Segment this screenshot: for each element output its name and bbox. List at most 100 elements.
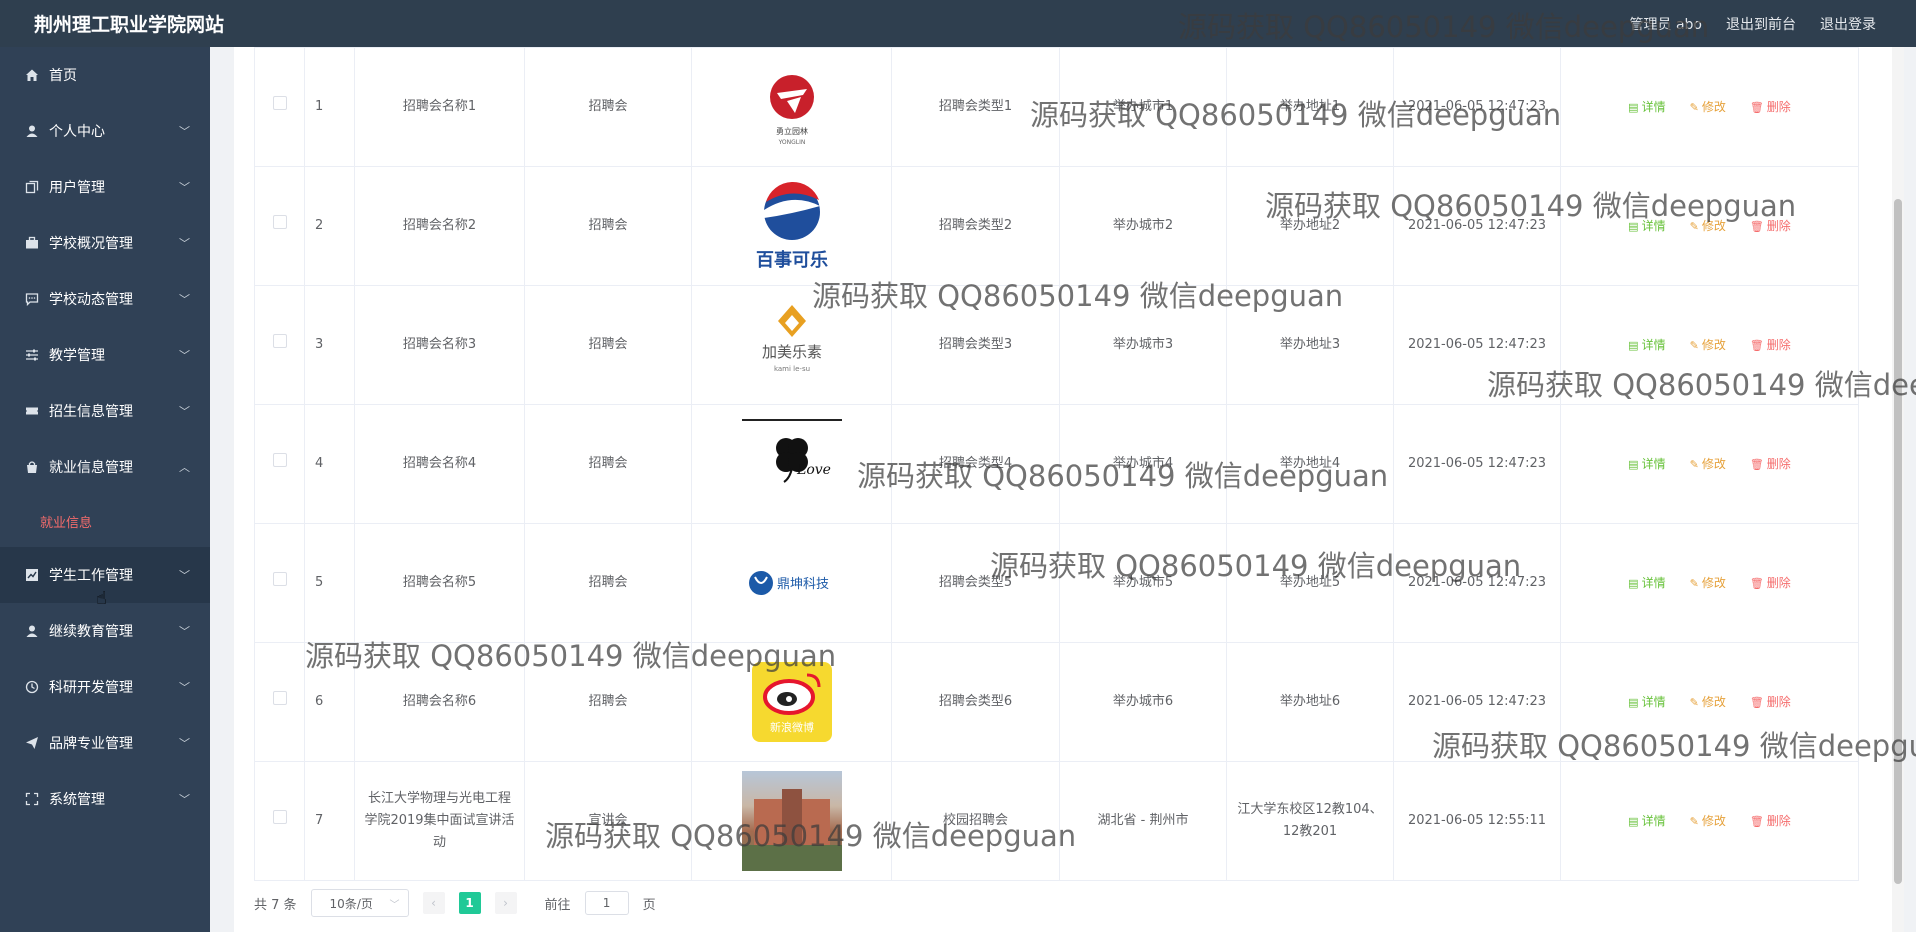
fair-name: 招聘会名称5 <box>354 523 525 643</box>
site-title: 荆州理工职业学院网站 <box>34 14 225 36</box>
trash-icon: 🗑 <box>1749 338 1764 352</box>
chevron-down-icon: ﹀ <box>179 681 190 694</box>
sidebar-item-user-management[interactable]: 用户管理 ﹀ <box>0 159 210 215</box>
chevron-down-icon: ﹀ <box>179 181 190 194</box>
fair-type: 招聘会类型3 <box>891 285 1060 405</box>
send-icon <box>24 735 40 751</box>
trash-icon: 🗑 <box>1749 100 1764 114</box>
edit-button[interactable]: ✎ 修改 <box>1690 811 1726 832</box>
table-row[interactable]: 1 招聘会名称1 招聘会 勇立园林 YONGLIN 招聘会类型1 举办城市1 举办… <box>254 47 1859 167</box>
weibo-logo-text: 新浪微博 <box>770 720 814 734</box>
detail-button[interactable]: ▤ 详情 <box>1628 335 1665 356</box>
top-header: 荆州理工职业学院网站 管理员 abo 退出到前台 退出登录 <box>0 0 1916 47</box>
fair-type: 校园招聘会 <box>891 761 1060 881</box>
sidebar-item-personal-center[interactable]: 个人中心 ﹀ <box>0 103 210 159</box>
fair-name: 招聘会名称4 <box>354 404 525 524</box>
detail-label: 详情 <box>1641 456 1666 471</box>
sidebar-item-label: 学校概况管理 <box>49 236 133 252</box>
edit-button[interactable]: ✎ 修改 <box>1690 216 1726 237</box>
chevron-down-icon: ﹀ <box>179 349 190 362</box>
pencil-icon: ✎ <box>1689 457 1699 471</box>
sidebar-item-label: 系统管理 <box>49 792 105 808</box>
edit-label: 修改 <box>1701 575 1726 590</box>
detail-button[interactable]: ▤ 详情 <box>1628 573 1665 594</box>
delete-button[interactable]: 🗑 删除 <box>1750 692 1791 713</box>
sidebar-item-label: 用户管理 <box>49 180 105 196</box>
pencil-icon: ✎ <box>1689 219 1699 233</box>
edit-button[interactable]: ✎ 修改 <box>1690 692 1726 713</box>
table-row[interactable]: 6 招聘会名称6 招聘会 新浪微博 招聘会类型6 举办城市6 举办地址6 202… <box>254 642 1859 762</box>
jiamei-logo-subtext: kami le-su <box>773 365 809 373</box>
logout-link[interactable]: 退出登录 <box>1820 14 1876 34</box>
sidebar-item-school-news[interactable]: 学校动态管理 ﹀ <box>0 271 210 327</box>
row-checkbox[interactable] <box>272 452 287 467</box>
delete-button[interactable]: 🗑 删除 <box>1750 335 1791 356</box>
document-icon: ▤ <box>1628 219 1639 233</box>
scrollbar-thumb[interactable] <box>1894 199 1902 884</box>
fair-address: 举办地址2 <box>1226 166 1394 286</box>
delete-button[interactable]: 🗑 删除 <box>1750 454 1791 475</box>
fair-city: 举办城市6 <box>1059 642 1227 762</box>
sidebar-item-system[interactable]: 系统管理 ﹀ <box>0 771 210 827</box>
chevron-down-icon: ﹀ <box>179 793 190 806</box>
row-actions: ▤ 详情 ✎ 修改 🗑 删除 <box>1569 573 1850 594</box>
goto-front-link[interactable]: 退出到前台 <box>1726 14 1796 34</box>
delete-button[interactable]: 🗑 删除 <box>1750 573 1791 594</box>
detail-button[interactable]: ▤ 详情 <box>1628 692 1665 713</box>
goto-suffix: 页 <box>642 897 656 913</box>
fair-type: 招聘会类型5 <box>891 523 1060 643</box>
row-checkbox[interactable] <box>272 809 287 824</box>
table-row[interactable]: 5 招聘会名称5 招聘会 鼎坤科技 招聘会类型5 举办城市5 举办地址5 202… <box>254 523 1859 643</box>
sliders-icon <box>24 347 40 363</box>
dingshen-logo: 鼎坤科技 <box>742 533 842 633</box>
sidebar-subitem-employment-info[interactable]: 就业信息 <box>0 495 210 547</box>
vertical-scrollbar[interactable] <box>1892 47 1904 932</box>
table-row[interactable]: 2 招聘会名称2 招聘会 百事可乐 招聘会类型2 举办城市2 举办地址2 202… <box>254 166 1859 286</box>
sidebar-item-home[interactable]: 首页 <box>0 47 210 103</box>
sidebar-item-continuing-education[interactable]: 继续教育管理 ﹀ <box>0 603 210 659</box>
row-checkbox[interactable] <box>272 690 287 705</box>
delete-label: 删除 <box>1766 694 1791 709</box>
jiamei-logo: 加美乐素 kami le-su <box>742 295 842 395</box>
page-size-select[interactable]: 10条/页 ﹀ <box>310 889 409 917</box>
detail-button[interactable]: ▤ 详情 <box>1628 97 1665 118</box>
delete-button[interactable]: 🗑 删除 <box>1750 97 1791 118</box>
document-icon: ▤ <box>1628 695 1639 709</box>
delete-button[interactable]: 🗑 删除 <box>1750 811 1791 832</box>
chevron-down-icon: ﹀ <box>179 569 190 582</box>
sidebar-item-research[interactable]: 科研开发管理 ﹀ <box>0 659 210 715</box>
table-row[interactable]: 3 招聘会名称3 招聘会 加美乐素 kami le-su 招聘会类型3 举办城市3… <box>254 285 1859 405</box>
sidebar-item-teaching[interactable]: 教学管理 ﹀ <box>0 327 210 383</box>
sidebar-item-brand-major[interactable]: 品牌专业管理 ﹀ <box>0 715 210 771</box>
pencil-icon: ✎ <box>1689 814 1699 828</box>
chevron-down-icon: ﹀ <box>179 125 190 138</box>
delete-label: 删除 <box>1766 813 1791 828</box>
ticket-icon <box>24 403 40 419</box>
fair-city: 举办城市1 <box>1059 47 1227 167</box>
row-checkbox[interactable] <box>272 333 287 348</box>
row-checkbox[interactable] <box>272 214 287 229</box>
sidebar-item-employment[interactable]: 就业信息管理 ︿ <box>0 439 210 495</box>
table-row[interactable]: 4 招聘会名称4 招聘会 Love 招聘会类型4 举办城市4 举办地址4 202… <box>254 404 1859 524</box>
sidebar-item-school-overview[interactable]: 学校概况管理 ﹀ <box>0 215 210 271</box>
detail-button[interactable]: ▤ 详情 <box>1628 811 1665 832</box>
row-actions: ▤ 详情 ✎ 修改 🗑 删除 <box>1569 97 1850 118</box>
goto-page-input[interactable]: 1 <box>584 891 629 915</box>
fair-type: 招聘会类型2 <box>891 166 1060 286</box>
next-page-button[interactable]: › <box>494 892 517 914</box>
delete-button[interactable]: 🗑 删除 <box>1750 216 1791 237</box>
fair-name: 招聘会名称3 <box>354 285 525 405</box>
sidebar-item-enrollment[interactable]: 招生信息管理 ﹀ <box>0 383 210 439</box>
row-checkbox[interactable] <box>272 95 287 110</box>
edit-button[interactable]: ✎ 修改 <box>1690 454 1726 475</box>
table-row[interactable]: 7 长江大学物理与光电工程学院2019集中面试宣讲活动 宣讲会 校园招聘会 湖北… <box>254 761 1859 881</box>
row-checkbox[interactable] <box>272 571 287 586</box>
detail-button[interactable]: ▤ 详情 <box>1628 216 1665 237</box>
detail-button[interactable]: ▤ 详情 <box>1628 454 1665 475</box>
header-actions: 管理员 abo 退出到前台 退出登录 <box>1630 14 1876 34</box>
edit-button[interactable]: ✎ 修改 <box>1690 335 1726 356</box>
prev-page-button[interactable]: ‹ <box>422 892 445 914</box>
edit-button[interactable]: ✎ 修改 <box>1690 97 1726 118</box>
page-number-current[interactable]: 1 <box>458 892 481 914</box>
edit-button[interactable]: ✎ 修改 <box>1690 573 1726 594</box>
